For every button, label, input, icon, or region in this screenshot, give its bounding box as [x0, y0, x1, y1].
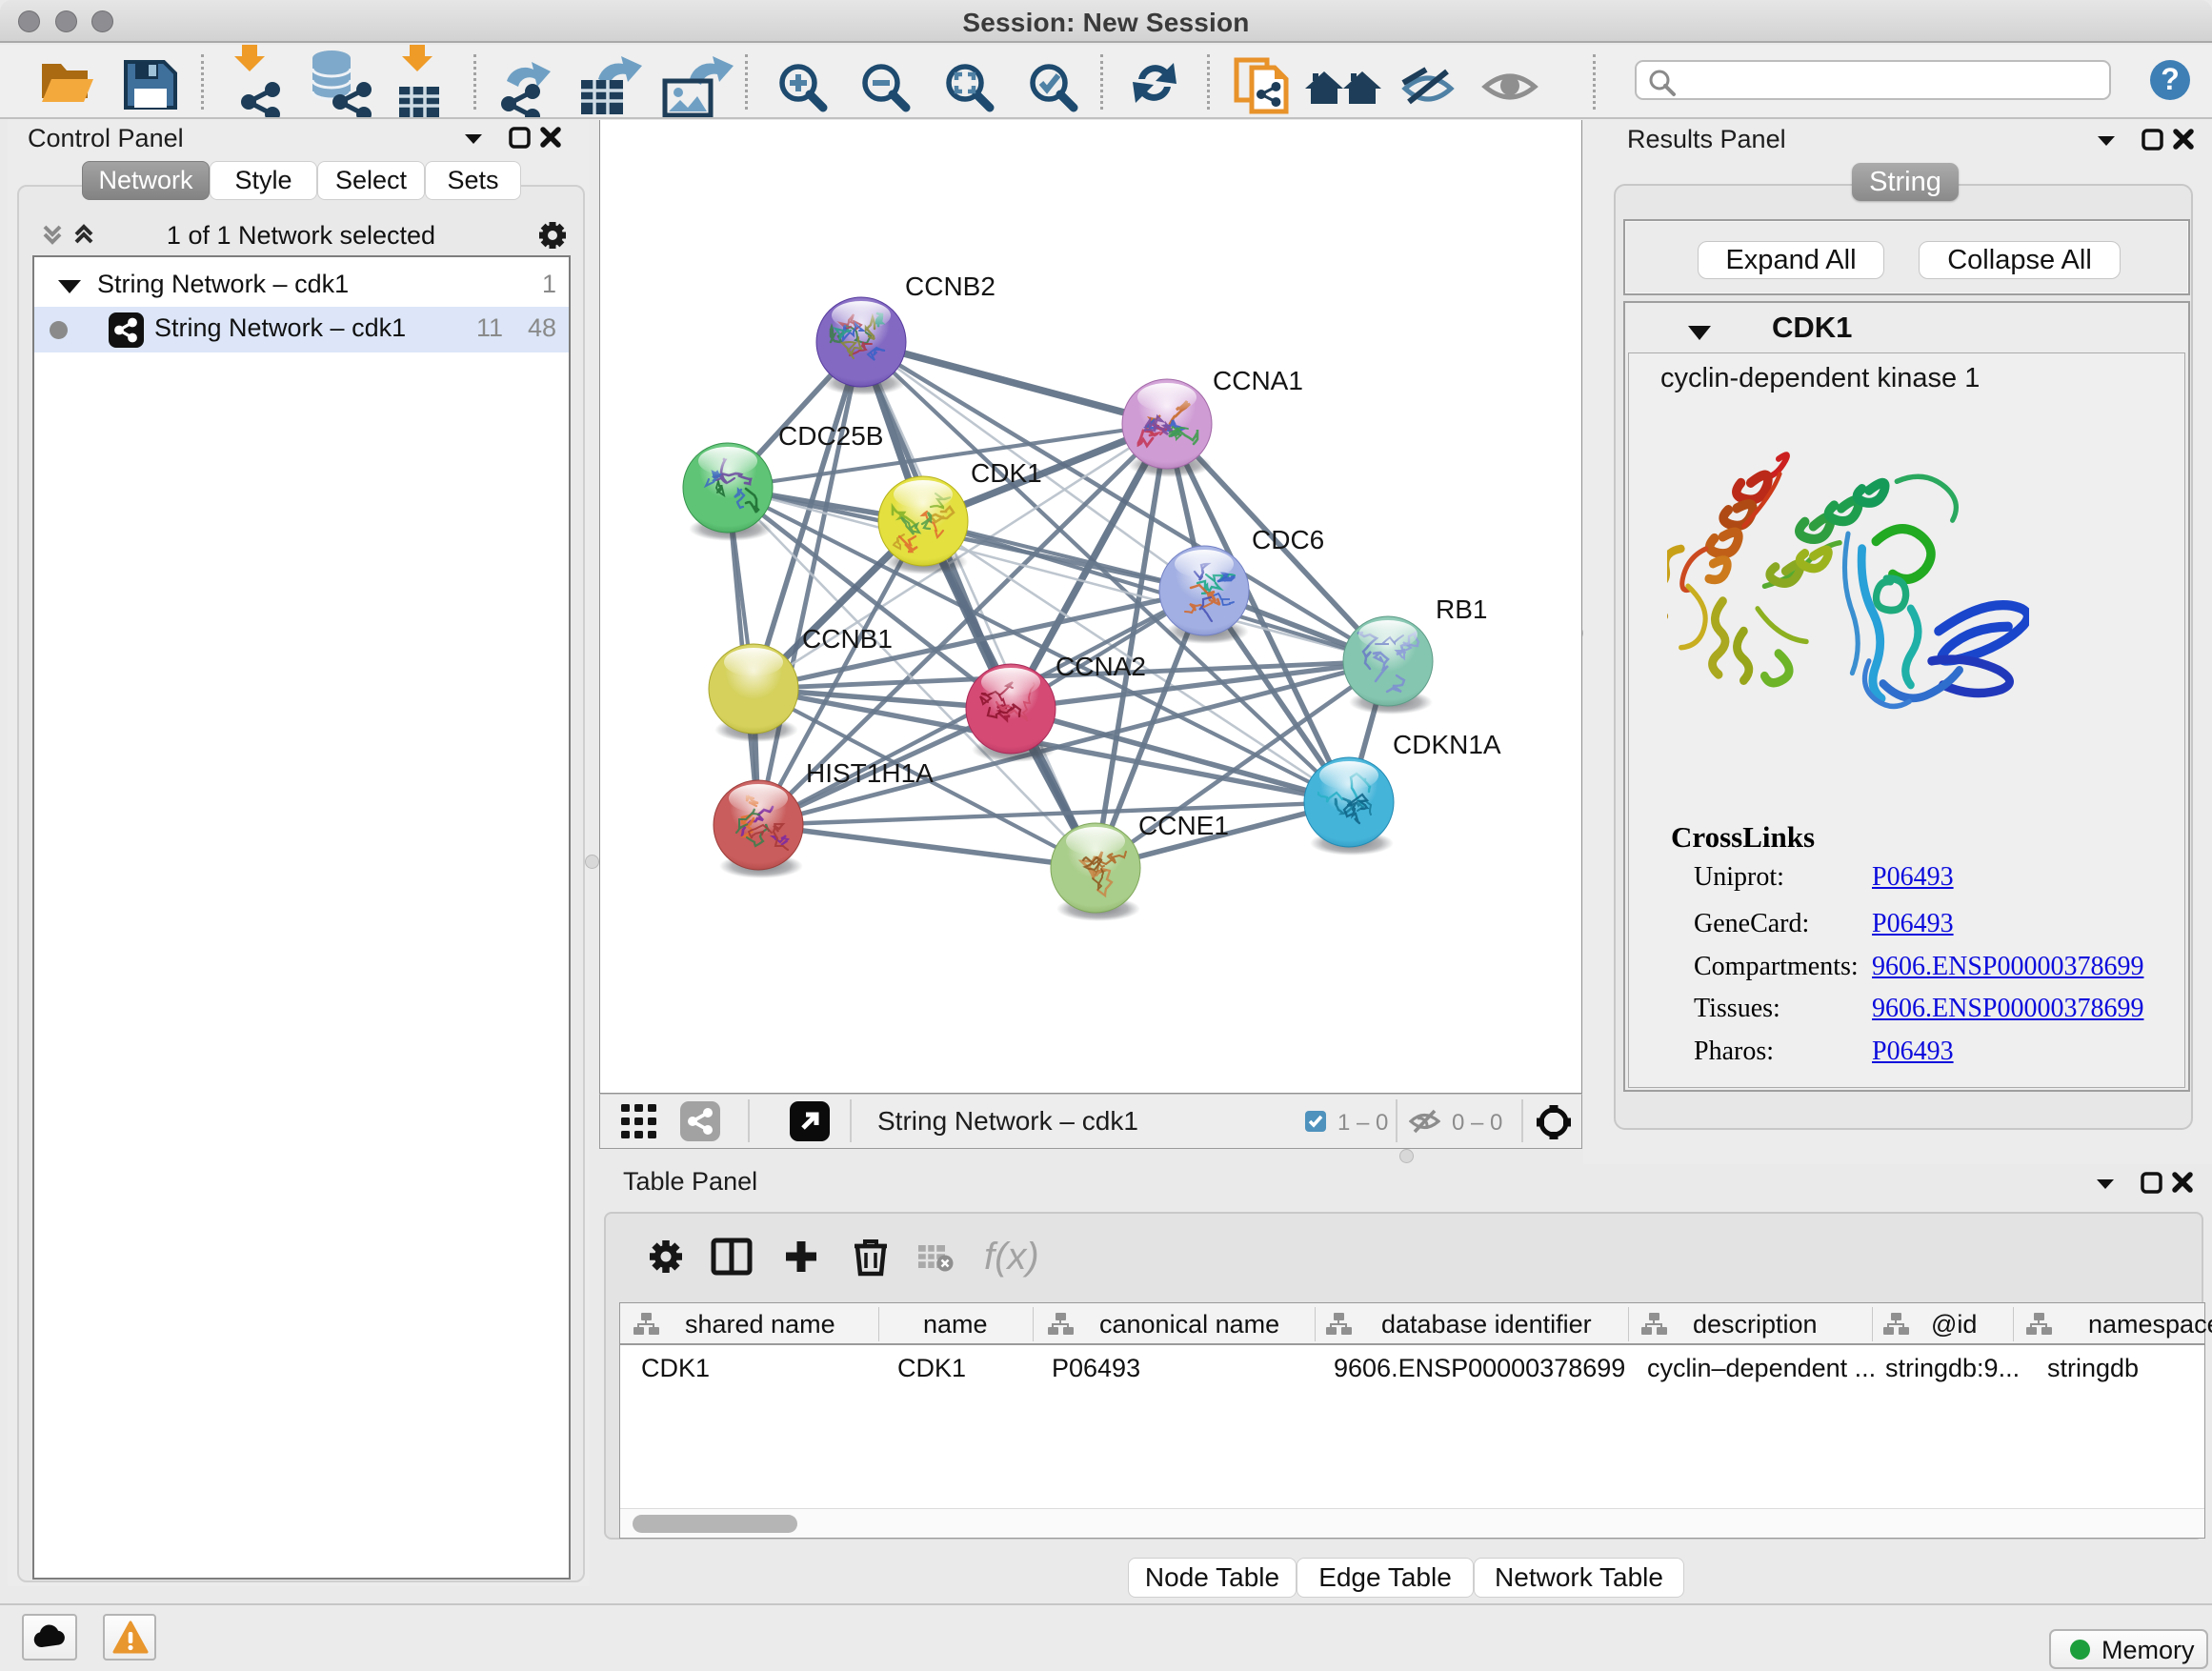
- svg-text:CCNB1: CCNB1: [802, 624, 893, 654]
- svg-text:CDC6: CDC6: [1252, 525, 1324, 554]
- svg-text:?: ?: [2161, 62, 2180, 96]
- svg-text:f(x): f(x): [984, 1237, 1039, 1278]
- svg-text:CCNA1: CCNA1: [1213, 366, 1303, 395]
- svg-text:RB1: RB1: [1436, 594, 1487, 624]
- svg-text:CDK1: CDK1: [971, 458, 1042, 488]
- svg-text:CDC25B: CDC25B: [778, 421, 883, 451]
- svg-text:CDKN1A: CDKN1A: [1393, 730, 1501, 759]
- svg-text:CCNE1: CCNE1: [1138, 811, 1229, 840]
- svg-text:HIST1H1A: HIST1H1A: [806, 758, 934, 788]
- svg-text:CCNA2: CCNA2: [1056, 652, 1146, 681]
- svg-text:CCNB2: CCNB2: [905, 272, 995, 301]
